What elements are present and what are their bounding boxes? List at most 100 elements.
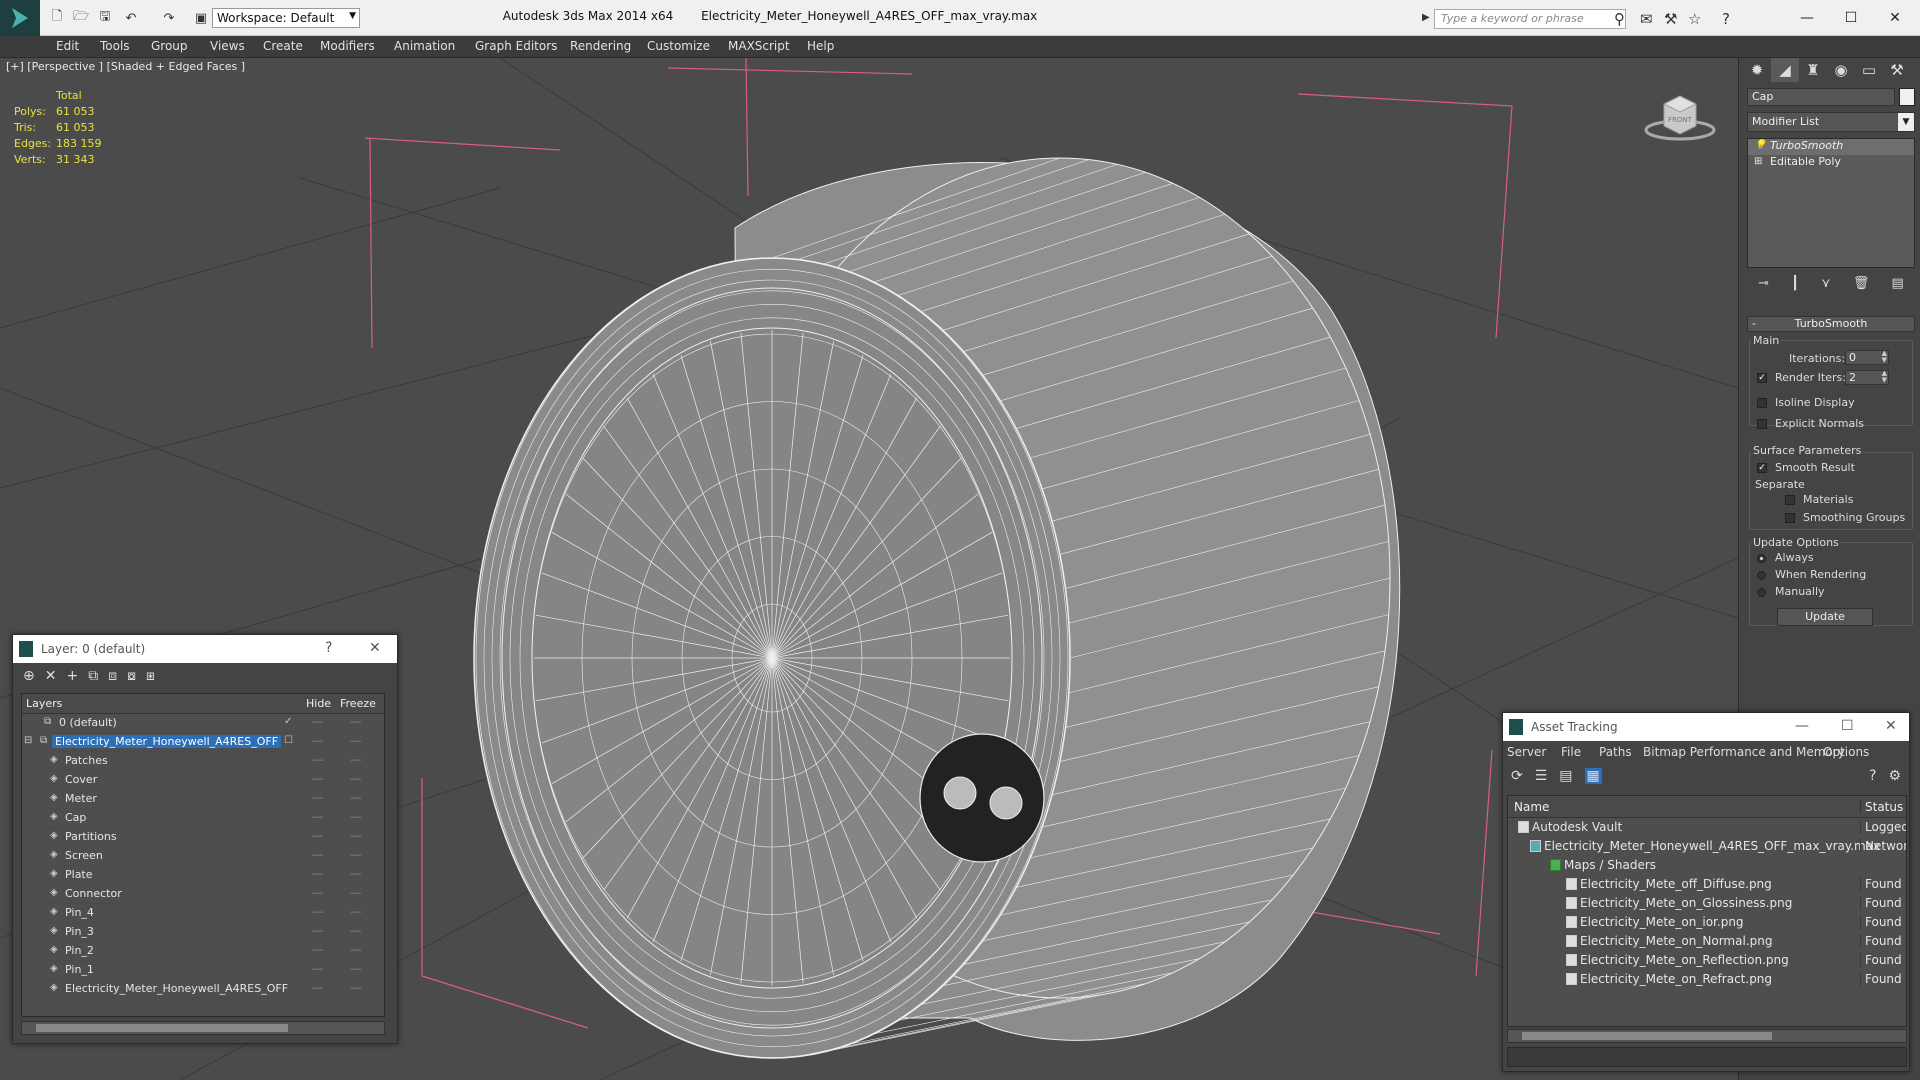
freeze-toggle[interactable]: ----: [350, 717, 361, 728]
freeze-toggle[interactable]: ----: [350, 983, 361, 994]
utilities-tab-icon[interactable]: ⚒: [1883, 58, 1911, 82]
expand-arrow-icon[interactable]: ▶: [1422, 12, 1430, 23]
make-current-icon[interactable]: ☐: [284, 735, 293, 746]
asset-menu-options[interactable]: Options: [1823, 745, 1869, 759]
communication-icon[interactable]: ✉: [1640, 10, 1653, 28]
close-button[interactable]: ✕: [1872, 4, 1918, 32]
menu-edit[interactable]: Edit: [56, 39, 79, 53]
stack-item-turbosmooth[interactable]: 💡 TurboSmooth: [1748, 139, 1914, 155]
help-icon[interactable]: ?: [1722, 10, 1730, 28]
hide-toggle[interactable]: ----: [312, 983, 323, 994]
col-status[interactable]: Status: [1860, 800, 1903, 814]
layer-row[interactable]: ◈ Cap ---- ----: [22, 809, 384, 828]
create-layer-icon[interactable]: ⊕: [23, 668, 35, 684]
pin-stack-icon[interactable]: ⊸: [1758, 276, 1769, 291]
update-button[interactable]: Update: [1777, 608, 1873, 626]
help-icon[interactable]: ?: [325, 640, 332, 656]
freeze-toggle[interactable]: ----: [350, 793, 361, 804]
lightbulb-icon[interactable]: 💡: [1754, 140, 1766, 151]
asset-row[interactable]: Electricity_Mete_on_Refract.png Found: [1508, 970, 1906, 989]
layer-horizontal-scrollbar[interactable]: [21, 1021, 385, 1035]
menu-help[interactable]: Help: [807, 39, 834, 53]
hide-toggle[interactable]: ----: [312, 755, 323, 766]
highlight-layer-icon[interactable]: ⧈: [108, 668, 117, 684]
help-icon[interactable]: ?: [1869, 768, 1876, 784]
turbosmooth-rollout-header[interactable]: - TurboSmooth: [1747, 316, 1915, 332]
hide-toggle[interactable]: ----: [312, 945, 323, 956]
col-layers[interactable]: Layers: [26, 697, 62, 710]
remove-modifier-icon[interactable]: 🗑: [1853, 276, 1870, 291]
menu-modifiers[interactable]: Modifiers: [320, 39, 375, 53]
hide-toggle[interactable]: ----: [312, 850, 323, 861]
close-icon[interactable]: ✕: [369, 640, 381, 656]
menu-rendering[interactable]: Rendering: [570, 39, 631, 53]
menu-maxscript[interactable]: MAXScript: [728, 39, 790, 53]
layer-row[interactable]: ◈ Patches ---- ----: [22, 752, 384, 771]
list-view-icon[interactable]: ☰: [1535, 768, 1548, 784]
layer-row[interactable]: ◈ Electricity_Meter_Honeywell_A4RES_OFF --…: [22, 980, 384, 999]
display-tab-icon[interactable]: ▭: [1855, 58, 1883, 82]
layer-window-titlebar[interactable]: Layer: 0 (default) ? ✕: [13, 635, 397, 663]
asset-row[interactable]: Electricity_Mete_off_Diffuse.png Found: [1508, 875, 1906, 894]
render-iters-checkbox[interactable]: ✓: [1757, 373, 1767, 383]
menu-create[interactable]: Create: [263, 39, 303, 53]
hide-toggle[interactable]: ----: [312, 888, 323, 899]
hide-toggle[interactable]: ----: [312, 717, 323, 728]
freeze-toggle[interactable]: ----: [350, 888, 361, 899]
search-input[interactable]: Type a keyword or phrase: [1434, 9, 1626, 29]
add-to-layer-icon[interactable]: +: [66, 668, 78, 684]
active-layer-check-icon[interactable]: ✓: [284, 716, 292, 727]
freeze-toggle[interactable]: ----: [350, 755, 361, 766]
hide-toggle[interactable]: ----: [312, 831, 323, 842]
layer-row[interactable]: ◈ Meter ---- ----: [22, 790, 384, 809]
modifier-list-dropdown[interactable]: Modifier List ▼: [1747, 112, 1915, 132]
hide-all-icon[interactable]: ⧇: [127, 668, 136, 684]
freeze-toggle[interactable]: ----: [350, 850, 361, 861]
layer-row[interactable]: ◈ Pin_4 ---- ----: [22, 904, 384, 923]
make-unique-icon[interactable]: ⋎: [1821, 276, 1831, 291]
layer-row[interactable]: ◈ Connector ---- ----: [22, 885, 384, 904]
viewcube[interactable]: FRONT: [1640, 86, 1720, 149]
layer-row[interactable]: ◈ Pin_1 ---- ----: [22, 961, 384, 980]
delete-layer-icon[interactable]: ✕: [45, 668, 57, 684]
viewport-label[interactable]: [+] [Perspective ] [Shaded + Edged Faces…: [6, 60, 245, 73]
minimize-button[interactable]: —: [1784, 4, 1830, 32]
menu-graph-editors[interactable]: Graph Editors: [475, 39, 557, 53]
asset-row[interactable]: Electricity_Mete_on_Normal.png Found: [1508, 932, 1906, 951]
asset-row[interactable]: Electricity_Meter_Honeywell_A4RES_OFF_ma…: [1508, 837, 1906, 856]
smooth-result-checkbox[interactable]: ✓: [1757, 463, 1767, 473]
stack-item-editable-poly[interactable]: ⊞ Editable Poly: [1748, 155, 1914, 171]
maximize-button[interactable]: ☐: [1828, 4, 1874, 32]
freeze-toggle[interactable]: ----: [350, 812, 361, 823]
isoline-display-checkbox[interactable]: [1757, 398, 1767, 408]
create-tab-icon[interactable]: ✹: [1743, 58, 1771, 82]
freeze-toggle[interactable]: ----: [350, 945, 361, 956]
layer-row[interactable]: ⧉ 0 (default) ✓ ---- ----: [22, 714, 384, 733]
col-freeze[interactable]: Freeze: [340, 697, 376, 710]
hide-toggle[interactable]: ----: [312, 869, 323, 880]
minimize-icon[interactable]: —: [1795, 718, 1809, 734]
configure-sets-icon[interactable]: ▤: [1892, 276, 1904, 291]
asset-row[interactable]: Autodesk Vault Logged: [1508, 818, 1906, 837]
spinner-arrows-icon[interactable]: ▲ ▼: [1882, 350, 1887, 364]
expand-plus-icon[interactable]: ⊞: [1754, 156, 1762, 167]
freeze-toggle[interactable]: ----: [350, 774, 361, 785]
menu-group[interactable]: Group: [151, 39, 188, 53]
spinner-arrows-icon[interactable]: ▲ ▼: [1882, 370, 1887, 384]
freeze-toggle[interactable]: ----: [350, 736, 361, 747]
layer-row[interactable]: ◈ Pin_3 ---- ----: [22, 923, 384, 942]
asset-row[interactable]: Electricity_Mete_on_Glossiness.png Found: [1508, 894, 1906, 913]
freeze-toggle[interactable]: ----: [350, 907, 361, 918]
thumbnail-view-icon[interactable]: ▤: [1559, 768, 1572, 784]
modify-tab-icon[interactable]: ◢: [1771, 58, 1799, 82]
object-color-swatch[interactable]: [1899, 88, 1915, 106]
close-icon[interactable]: ✕: [1885, 718, 1897, 734]
freeze-toggle[interactable]: ----: [350, 926, 361, 937]
materials-checkbox[interactable]: [1785, 495, 1795, 505]
menu-animation[interactable]: Animation: [394, 39, 455, 53]
menu-tools[interactable]: Tools: [100, 39, 130, 53]
layer-row[interactable]: ◈ Cover ---- ----: [22, 771, 384, 790]
menu-customize[interactable]: Customize: [647, 39, 710, 53]
asset-row[interactable]: Electricity_Mete_on_ior.png Found: [1508, 913, 1906, 932]
scrollbar-thumb[interactable]: [36, 1024, 288, 1032]
